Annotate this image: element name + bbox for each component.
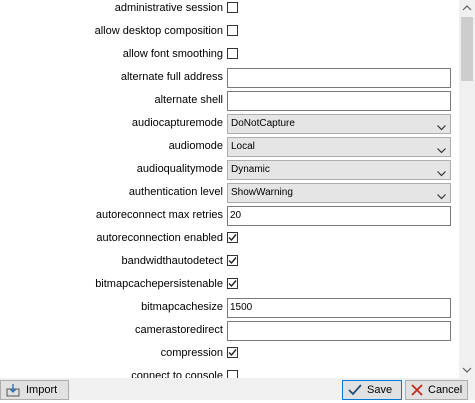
- property-checkbox[interactable]: [227, 278, 238, 289]
- property-text-input[interactable]: 1500: [227, 298, 451, 318]
- property-label: autoreconnection enabled: [96, 232, 223, 244]
- property-label: allow font smoothing: [122, 48, 223, 60]
- scroll-down-arrow-icon[interactable]: [459, 362, 475, 378]
- property-label: audiocapturemode: [131, 117, 223, 129]
- property-label: audioqualitymode: [136, 163, 223, 175]
- property-checkbox[interactable]: [227, 48, 238, 59]
- property-checkbox[interactable]: [227, 370, 238, 378]
- property-label: audiomode: [168, 140, 223, 152]
- import-icon: [6, 384, 20, 403]
- checkmark-icon: [348, 384, 362, 402]
- checkmark-icon: [228, 234, 237, 242]
- property-checkbox[interactable]: [227, 347, 238, 358]
- import-button[interactable]: Import: [0, 380, 69, 400]
- property-row-audioqualitymode: audioqualitymode Dynamic: [0, 158, 459, 181]
- property-text-input[interactable]: [227, 91, 451, 111]
- property-label: connect to console: [131, 370, 223, 378]
- checkmark-icon: [228, 257, 237, 265]
- property-label: camerastoredirect: [134, 324, 223, 336]
- property-row-allow-font-smoothing: allow font smoothing: [0, 43, 459, 66]
- property-label: administrative session: [114, 2, 223, 14]
- property-row-bandwidthautodetect: bandwidthautodetect: [0, 250, 459, 273]
- dropdown-value: Dynamic: [231, 164, 270, 175]
- dropdown-value: DoNotCapture: [231, 118, 295, 129]
- property-row-connect-to-console: connect to console: [0, 365, 459, 378]
- property-row-alternate-full-address: alternate full address: [0, 66, 459, 89]
- import-button-label: Import: [26, 384, 58, 396]
- checkmark-icon: [228, 280, 237, 288]
- dropdown-value: ShowWarning: [231, 187, 293, 198]
- property-dropdown[interactable]: DoNotCapture: [227, 114, 451, 134]
- property-row-bitmapcachesize: bitmapcachesize 1500: [0, 296, 459, 319]
- property-label: allow desktop composition: [94, 25, 223, 37]
- vertical-scrollbar[interactable]: [459, 0, 475, 378]
- property-dropdown[interactable]: ShowWarning: [227, 183, 451, 203]
- dropdown-value: Local: [231, 141, 255, 152]
- property-label: alternate full address: [120, 71, 223, 83]
- property-row-allow-desktop-composition: allow desktop composition: [0, 20, 459, 43]
- save-button-label: Save: [367, 384, 393, 396]
- property-label: bandwidthautodetect: [121, 255, 223, 267]
- property-label: compression: [160, 347, 223, 359]
- property-checkbox[interactable]: [227, 25, 238, 36]
- property-dropdown[interactable]: Dynamic: [227, 160, 451, 180]
- cancel-button-label: Cancel: [428, 384, 463, 396]
- property-row-audiocapturemode: audiocapturemode DoNotCapture: [0, 112, 459, 135]
- property-row-camerastoredirect: camerastoredirect: [0, 319, 459, 342]
- property-label: bitmapcachepersistenable: [95, 278, 223, 290]
- property-row-authentication-level: authentication level ShowWarning: [0, 181, 459, 204]
- property-checkbox[interactable]: [227, 2, 238, 13]
- property-label: bitmapcachesize: [141, 301, 223, 313]
- property-label: alternate shell: [154, 94, 224, 106]
- save-button[interactable]: Save: [342, 380, 402, 400]
- close-icon: [411, 384, 423, 402]
- property-text-input[interactable]: [227, 321, 451, 341]
- property-row-alternate-shell: alternate shell: [0, 89, 459, 112]
- property-row-audiomode: audiomode Local: [0, 135, 459, 158]
- property-text-input[interactable]: [227, 68, 451, 88]
- scroll-up-arrow-icon[interactable]: [459, 0, 475, 16]
- property-row-autoreconnect-max-retries: autoreconnect max retries 20: [0, 204, 459, 227]
- property-checkbox[interactable]: [227, 232, 238, 243]
- bottom-toolbar: Import Save Cancel: [0, 378, 475, 400]
- property-text-input[interactable]: 20: [227, 206, 451, 226]
- property-row-compression: compression: [0, 342, 459, 365]
- scrollbar-thumb[interactable]: [461, 17, 473, 81]
- property-row-autoreconnection-enabled: autoreconnection enabled: [0, 227, 459, 250]
- property-label: autoreconnect max retries: [95, 209, 223, 221]
- property-label: authentication level: [128, 186, 223, 198]
- property-row-bitmapcachepersistenable: bitmapcachepersistenable: [0, 273, 459, 296]
- property-checkbox[interactable]: [227, 255, 238, 266]
- property-row-administrative-session: administrative session: [0, 0, 459, 20]
- cancel-button[interactable]: Cancel: [405, 380, 468, 400]
- properties-panel: administrative session allow desktop comp…: [0, 0, 459, 378]
- checkmark-icon: [228, 349, 237, 357]
- property-dropdown[interactable]: Local: [227, 137, 451, 157]
